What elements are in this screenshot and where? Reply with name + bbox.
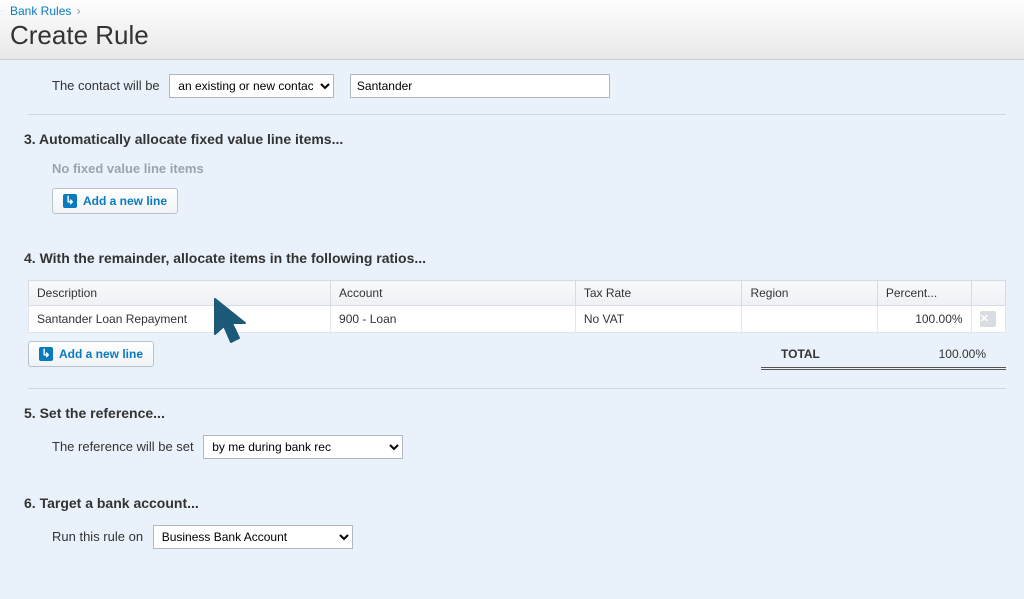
- add-fixed-line-button[interactable]: ↳ Add a new line: [52, 188, 178, 214]
- contact-mode-select[interactable]: an existing or new contact: [169, 74, 334, 98]
- col-description: Description: [29, 281, 331, 306]
- close-icon: ✕: [980, 311, 996, 327]
- total-row: TOTAL 100.00%: [761, 341, 1006, 370]
- col-tax: Tax Rate: [575, 281, 742, 306]
- section4-heading: 4. With the remainder, allocate items in…: [24, 250, 1006, 266]
- section3-heading: 3. Automatically allocate fixed value li…: [24, 131, 1006, 147]
- table-row[interactable]: Santander Loan Repayment 900 - Loan No V…: [29, 306, 1006, 333]
- delete-row-button[interactable]: ✕: [971, 306, 1005, 333]
- breadcrumb-parent-link[interactable]: Bank Rules: [10, 4, 71, 18]
- total-label: TOTAL: [761, 341, 840, 367]
- breadcrumb: Bank Rules ›: [10, 4, 1014, 18]
- bank-account-select[interactable]: Business Bank Account: [153, 525, 353, 549]
- col-account: Account: [331, 281, 576, 306]
- add-icon: ↳: [39, 347, 53, 361]
- section6-heading: 6. Target a bank account...: [24, 495, 1006, 511]
- cell-description[interactable]: Santander Loan Repayment: [29, 306, 331, 333]
- no-fixed-items-msg: No fixed value line items: [52, 161, 1006, 176]
- cell-region[interactable]: [742, 306, 877, 333]
- add-fixed-line-label: Add a new line: [83, 194, 167, 208]
- page-title: Create Rule: [10, 20, 1014, 51]
- total-value: 100.00%: [919, 341, 1006, 367]
- contact-name-input[interactable]: [350, 74, 610, 98]
- col-region: Region: [742, 281, 877, 306]
- allocation-table: Description Account Tax Rate Region Perc…: [28, 280, 1006, 333]
- contact-label: The contact will be: [52, 78, 160, 93]
- target-label: Run this rule on: [52, 529, 143, 544]
- cell-tax[interactable]: No VAT: [575, 306, 742, 333]
- col-percent: Percent...: [877, 281, 971, 306]
- section5-heading: 5. Set the reference...: [24, 405, 1006, 421]
- add-icon: ↳: [63, 194, 77, 208]
- add-ratio-line-label: Add a new line: [59, 347, 143, 361]
- add-ratio-line-button[interactable]: ↳ Add a new line: [28, 341, 154, 367]
- cell-account[interactable]: 900 - Loan: [331, 306, 576, 333]
- reference-select[interactable]: by me during bank rec: [203, 435, 403, 459]
- breadcrumb-sep: ›: [77, 4, 81, 18]
- reference-label: The reference will be set: [52, 439, 194, 454]
- cell-percent[interactable]: 100.00%: [877, 306, 971, 333]
- col-delete: [971, 281, 1005, 306]
